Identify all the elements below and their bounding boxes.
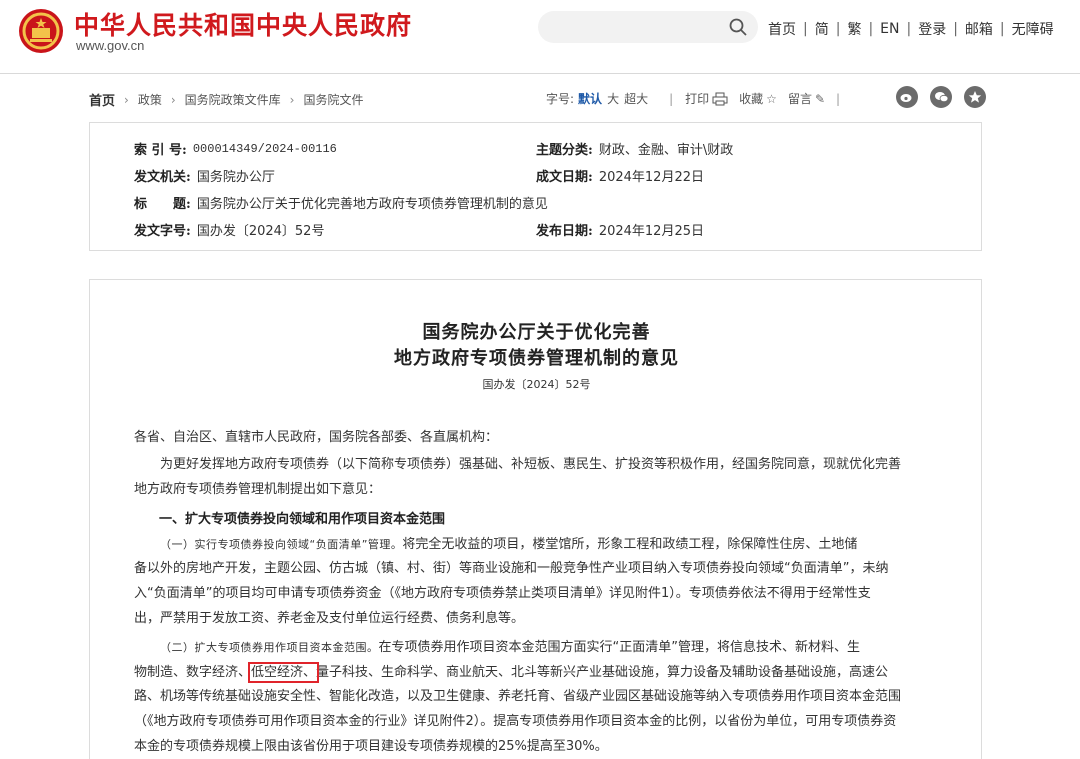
article-tools: 字号: 默认 大 超大 | 打印 收藏 ☆ 留言 ✎ | [546, 90, 840, 107]
weibo-icon[interactable] [896, 86, 918, 108]
font-size-large[interactable]: 大 [607, 90, 619, 107]
info-label: 发文字号: [134, 224, 191, 239]
info-label: 发文机关: [134, 170, 191, 185]
paragraph-line: （二）扩大专项债券用作项目资本金范围。在专项债券用作项目资本金范围方面实行“正面… [134, 636, 946, 660]
paragraph-text: 物制造、数字经济、 [134, 665, 252, 680]
site-title[interactable]: 中华人民共和国中央人民政府 [74, 6, 412, 42]
info-label: 标 题: [134, 197, 191, 212]
paragraph-line: 物制造、数字经济、低空经济、量子科技、生命科学、商业航天、北斗等新兴产业基础设施… [134, 661, 946, 685]
article-title-line-1: 国务院办公厅关于优化完善 [422, 322, 651, 343]
nav-login[interactable]: 登录 [918, 19, 946, 39]
qzone-icon[interactable] [964, 86, 986, 108]
info-label: 索 引 号: [134, 143, 187, 158]
paragraph-line: （一）实行专项债券投向领域“负面清单”管理。将完全无收益的项目，楼堂馆所，形象工… [134, 533, 946, 557]
paragraph-line: 本金的专项债券规模上限由该省份用于项目建设专项债券规模的25%提高至30%。 [134, 739, 608, 754]
chevron-right-icon: › [289, 92, 295, 107]
nav-separator: | [803, 21, 808, 37]
divider: | [836, 91, 841, 106]
print-label: 打印 [685, 92, 710, 106]
info-value: 2024年12月25日 [598, 224, 704, 239]
nav-home[interactable]: 首页 [768, 19, 796, 39]
info-label: 发布日期: [536, 224, 593, 239]
search-input[interactable] [538, 11, 758, 43]
breadcrumb-policy[interactable]: 政策 [138, 91, 162, 108]
chevron-right-icon: › [124, 92, 129, 107]
breadcrumb-home[interactable]: 首页 [89, 90, 115, 109]
star-icon: ☆ [766, 91, 777, 106]
info-index: 索 引 号: 000014349/2024-00116 [134, 139, 337, 159]
info-label: 主题分类: [536, 143, 593, 158]
article-doc-number: 国办发〔2024〕52号 [482, 378, 591, 391]
favorite-button[interactable]: 收藏 ☆ [739, 90, 777, 107]
nav-separator: | [868, 21, 874, 37]
font-size-label: 字号: [546, 92, 575, 106]
info-doc-number: 发文字号: 国办发〔2024〕52号 [134, 220, 324, 239]
nav-accessibility[interactable]: 无障碍 [1012, 19, 1054, 39]
info-issuer: 发文机关: 国务院办公厅 [134, 166, 275, 185]
nav-separator: | [835, 21, 841, 37]
font-size-default[interactable]: 默认 [578, 90, 602, 107]
article-body: 国务院办公厅关于优化完善 地方政府专项债券管理机制的意见 国办发〔2024〕52… [89, 279, 982, 759]
paragraph-text: 在专项债券用作项目资本金范围方面实行“正面清单”管理，将信息技术、新材料、生 [378, 640, 860, 655]
info-value: 国办发〔2024〕52号 [196, 224, 325, 239]
site-header: 中华人民共和国中央人民政府 www.gov.cn 首页 | 简 | 繁 | EN… [0, 0, 1080, 74]
top-nav: 首页 | 简 | 繁 | EN | 登录 | 邮箱 | 无障碍 [768, 19, 1054, 39]
info-value: 国务院办公厅 [196, 170, 275, 185]
paragraph-line: （《地方政府专项债券可用作项目资本金的行业》详见附件2）。提高专项债券用作项目资… [134, 714, 897, 729]
pencil-icon: ✎ [814, 91, 826, 106]
breadcrumb-state-council-docs[interactable]: 国务院文件 [303, 91, 363, 108]
paragraph-text: 将完全无收益的项目，楼堂馆所，形象工程和政绩工程，除保障性住房、土地储 [402, 537, 858, 552]
info-label: 成文日期: [536, 170, 593, 185]
comment-button[interactable]: 留言 ✎ [788, 90, 825, 107]
paragraph-line: 出，严禁用于发放工资、养老金及支付单位运行经费、债务利息等。 [134, 611, 525, 626]
breadcrumb: 首页 › 政策 › 国务院政策文件库 › 国务院文件 [89, 90, 364, 110]
info-created-date: 成文日期: 2024年12月22日 [536, 166, 704, 185]
nav-mail[interactable]: 邮箱 [965, 19, 993, 39]
divider: | [669, 91, 674, 106]
share-icons [896, 86, 986, 108]
info-category: 主题分类: 财政、金融、审计\财政 [536, 139, 733, 158]
info-title: 标 题: 国务院办公厅关于优化完善地方政府专项债券管理机制的意见 [134, 193, 548, 212]
nav-traditional[interactable]: 繁 [847, 19, 861, 39]
nav-simplified[interactable]: 简 [815, 19, 829, 39]
document-info-box: 索 引 号: 000014349/2024-00116 主题分类: 财政、金融、… [89, 122, 982, 251]
search-icon[interactable] [728, 17, 748, 37]
printer-icon [712, 92, 728, 105]
salutation: 各省、自治区、直辖市人民政府，国务院各部委、各直属机构： [134, 430, 499, 445]
nav-separator: | [906, 21, 912, 37]
favorite-label: 收藏 [739, 92, 764, 106]
font-size-xlarge[interactable]: 超大 [624, 90, 648, 107]
nav-separator: | [953, 21, 958, 37]
breadcrumb-policy-library[interactable]: 国务院政策文件库 [185, 91, 281, 108]
info-value: 000014349/2024-00116 [192, 141, 337, 156]
wechat-icon[interactable] [930, 86, 952, 108]
intro-line-1: 为更好发挥地方政府专项债券（以下简称专项债券）强基础、补短板、惠民生、扩投资等积… [160, 457, 902, 472]
paragraph-text: 量子科技、生命科学、商业航天、北斗等新兴产业基础设施，算力设备及辅助设备基础设施… [316, 665, 889, 680]
info-value[interactable]: 财政、金融、审计\财政 [599, 139, 733, 158]
subsection-heading-1: （一）实行专项债券投向领域“负面清单”管理。 [160, 538, 403, 551]
subsection-heading-2: （二）扩大专项债券用作项目资本金范围。 [160, 641, 379, 654]
nav-separator: | [999, 21, 1005, 37]
comment-label: 留言 [787, 92, 812, 106]
info-value: 国务院办公厅关于优化完善地方政府专项债券管理机制的意见 [196, 197, 548, 212]
print-button[interactable]: 打印 [685, 90, 728, 107]
highlighted-text: 低空经济、 [248, 662, 320, 683]
section-heading-1: 一、扩大专项债券投向领域和用作项目资本金范围 [159, 512, 446, 527]
national-emblem-icon[interactable] [18, 8, 64, 54]
paragraph-line: 备以外的房地产开发，主题公园、仿古城（镇、村、街）等商业设施和一般竞争性产业项目… [134, 561, 889, 576]
chevron-right-icon: › [170, 92, 176, 107]
article-title-line-2: 地方政府专项债券管理机制的意见 [394, 348, 679, 369]
nav-english[interactable]: EN [880, 21, 899, 37]
paragraph-line: 路、机场等传统基础设施安全性、智能化改造，以及卫生健康、养老托育、省级产业园区基… [134, 689, 902, 704]
intro-line-2: 地方政府专项债券管理机制提出如下意见： [134, 482, 382, 497]
paragraph-line: 入“负面清单”的项目均可申请专项债券资金（《地方政府专项债券禁止类项目清单》详见… [134, 586, 871, 601]
site-url: www.gov.cn [76, 38, 145, 53]
info-published-date: 发布日期: 2024年12月25日 [536, 220, 704, 239]
info-value: 2024年12月22日 [598, 170, 704, 185]
